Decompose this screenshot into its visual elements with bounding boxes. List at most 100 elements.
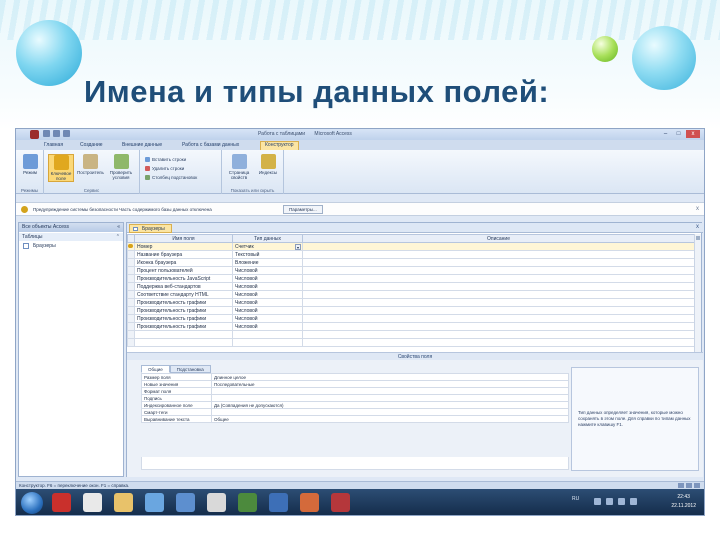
- flag-icon[interactable]: [606, 498, 613, 505]
- row-selector[interactable]: [127, 338, 135, 347]
- data-type-cell[interactable]: [232, 338, 303, 347]
- field-name-cell[interactable]: [134, 338, 233, 347]
- data-type-cell[interactable]: Счетчик ▾: [232, 242, 303, 251]
- data-type-cell[interactable]: Числовой: [232, 282, 303, 291]
- description-cell[interactable]: [302, 250, 695, 259]
- chevron-up-icon[interactable]: ⌃: [116, 233, 120, 241]
- field-name-cell[interactable]: Производительность графики: [134, 314, 233, 323]
- row-selector[interactable]: [127, 322, 135, 331]
- table-row[interactable]: Иконка браузера Вложение: [127, 258, 695, 267]
- row-selector[interactable]: [127, 314, 135, 323]
- table-row[interactable]: Производительность графики Числовой: [127, 306, 695, 315]
- redo-icon[interactable]: [63, 130, 70, 137]
- description-cell[interactable]: [302, 274, 695, 283]
- property-row[interactable]: Новые значения Последовательные: [141, 380, 569, 388]
- tab-lookup[interactable]: Подстановка: [169, 365, 211, 373]
- description-cell[interactable]: [302, 242, 695, 251]
- field-name-cell[interactable]: [134, 330, 233, 339]
- start-button[interactable]: [21, 492, 43, 514]
- data-type-cell[interactable]: Числовой: [232, 298, 303, 307]
- opera-icon[interactable]: [52, 493, 71, 512]
- description-cell[interactable]: [302, 266, 695, 275]
- description-cell[interactable]: [302, 330, 695, 339]
- datasheet-view-icon[interactable]: [678, 483, 684, 488]
- property-value[interactable]: Да (Совпадения не допускаются): [211, 401, 569, 409]
- delete-rows-button[interactable]: Удалить строки: [145, 165, 184, 172]
- property-sheet-button[interactable]: Страница свойств: [226, 154, 252, 180]
- data-type-cell[interactable]: [232, 330, 303, 339]
- row-selector[interactable]: [127, 242, 135, 251]
- field-name-cell[interactable]: Номер: [134, 242, 233, 251]
- data-type-cell[interactable]: Числовой: [232, 322, 303, 331]
- table-row[interactable]: Процент пользователей Числовой: [127, 266, 695, 275]
- office-button-icon[interactable]: [30, 130, 39, 139]
- language-indicator[interactable]: RU: [572, 496, 579, 502]
- field-name-cell[interactable]: Производительность графики: [134, 306, 233, 315]
- access-icon[interactable]: [331, 493, 350, 512]
- property-row[interactable]: Подпись: [141, 394, 569, 402]
- description-cell[interactable]: [302, 258, 695, 267]
- powerpoint-icon[interactable]: [300, 493, 319, 512]
- volume-icon[interactable]: [630, 498, 637, 505]
- view-button[interactable]: Режим: [19, 154, 41, 175]
- clock[interactable]: 22:43 22.11.2012: [671, 493, 696, 511]
- network-status-icon[interactable]: [618, 498, 625, 505]
- field-name-cell[interactable]: Поддержка веб-стандартов: [134, 282, 233, 291]
- description-cell[interactable]: [302, 322, 695, 331]
- table-row[interactable]: Производительность графики Числовой: [127, 322, 695, 331]
- data-type-cell[interactable]: Числовой: [232, 306, 303, 315]
- close-button[interactable]: x: [686, 130, 700, 138]
- security-options-button[interactable]: Параметры...: [283, 205, 323, 214]
- minimize-button[interactable]: –: [660, 130, 671, 138]
- save-icon[interactable]: [43, 130, 50, 137]
- tab-external-data[interactable]: Внешние данные: [122, 141, 162, 150]
- field-name-cell[interactable]: Производительность графики: [134, 322, 233, 331]
- chevron-left-icon[interactable]: «: [117, 223, 120, 232]
- table-row[interactable]: Соответствие стандарту HTML Числовой: [127, 290, 695, 299]
- nav-item-browsers-table[interactable]: Браузеры: [19, 242, 123, 250]
- description-cell[interactable]: [302, 338, 695, 347]
- validate-button[interactable]: Проверить условия: [106, 154, 136, 180]
- data-type-cell[interactable]: Числовой: [232, 290, 303, 299]
- builder-button[interactable]: Построитель: [77, 154, 104, 175]
- property-value[interactable]: Последовательные: [211, 380, 569, 388]
- data-type-cell[interactable]: Числовой: [232, 314, 303, 323]
- row-selector[interactable]: [127, 258, 135, 267]
- maximize-button[interactable]: □: [673, 130, 684, 138]
- document-tab-browsers[interactable]: Браузеры: [129, 224, 172, 233]
- field-grid-scrollbar[interactable]: [694, 234, 701, 352]
- tray-arrow-icon[interactable]: [594, 498, 601, 505]
- field-name-cell[interactable]: Соответствие стандарту HTML: [134, 290, 233, 299]
- property-row[interactable]: Формат поля: [141, 387, 569, 395]
- insert-rows-button[interactable]: Вставить строки: [145, 156, 186, 163]
- indexes-button[interactable]: Индексы: [255, 154, 281, 175]
- description-cell[interactable]: [302, 298, 695, 307]
- property-value[interactable]: [211, 408, 569, 416]
- table-row[interactable]: Производительность графики Числовой: [127, 314, 695, 323]
- data-type-cell[interactable]: Вложение: [232, 258, 303, 267]
- table-row[interactable]: [127, 330, 695, 339]
- primary-key-button[interactable]: Ключевое поле: [48, 154, 74, 182]
- word-icon[interactable]: [176, 493, 195, 512]
- tab-create[interactable]: Создание: [80, 141, 103, 150]
- table-row[interactable]: Поддержка веб-стандартов Числовой: [127, 282, 695, 291]
- folder-icon[interactable]: [114, 493, 133, 512]
- property-row[interactable]: Размер поля Длинное целое: [141, 373, 569, 381]
- table-row[interactable]: Название браузера Текстовый: [127, 250, 695, 259]
- data-type-cell[interactable]: Числовой: [232, 266, 303, 275]
- row-selector[interactable]: [127, 290, 135, 299]
- field-name-cell[interactable]: Производительность графики: [134, 298, 233, 307]
- row-selector[interactable]: [127, 274, 135, 283]
- table-row[interactable]: Производительность графики Числовой: [127, 298, 695, 307]
- data-type-cell[interactable]: Числовой: [232, 274, 303, 283]
- media-player-icon[interactable]: [83, 493, 102, 512]
- tab-home[interactable]: Главная: [44, 141, 63, 150]
- property-value[interactable]: Общее: [211, 415, 569, 423]
- description-cell[interactable]: [302, 290, 695, 299]
- paint-icon[interactable]: [207, 493, 226, 512]
- row-selector[interactable]: [127, 298, 135, 307]
- lookup-column-button[interactable]: Столбец подстановок: [145, 174, 197, 181]
- document-close-icon[interactable]: x: [696, 224, 699, 230]
- field-name-cell[interactable]: Иконка браузера: [134, 258, 233, 267]
- tab-general[interactable]: Общие: [141, 365, 170, 373]
